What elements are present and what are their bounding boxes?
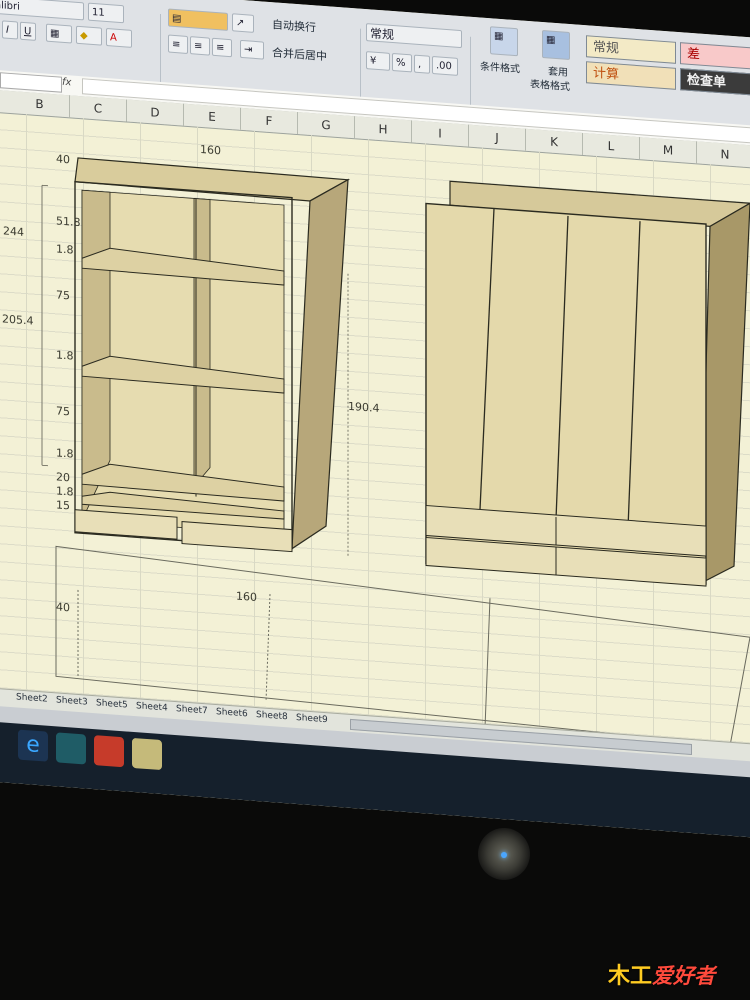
height-dimension: 75 <box>56 288 70 303</box>
thousands-button[interactable]: , <box>414 54 430 74</box>
lower-width-dimension: 160 <box>236 589 257 605</box>
style-check[interactable]: 检查单 <box>680 68 750 97</box>
name-box[interactable] <box>0 72 62 93</box>
sheet-tab[interactable]: Sheet7 <box>176 704 208 716</box>
watermark-logo: 木工 <box>608 964 653 989</box>
app-icon[interactable] <box>94 735 124 768</box>
style-calc[interactable]: 计算 <box>586 61 676 90</box>
sheet-tab[interactable]: Sheet6 <box>216 707 248 719</box>
align-top-icon[interactable]: ▤ <box>168 8 228 31</box>
orientation-icon[interactable]: ↗ <box>232 13 254 33</box>
lower-height-dimension: 40 <box>56 600 70 615</box>
height-dimension: 1.8 <box>56 446 74 461</box>
closed-wardrobe-drawing <box>425 180 750 587</box>
decimal-icon[interactable]: .00 <box>432 55 458 76</box>
excel-icon[interactable] <box>132 737 162 771</box>
sheet-tab[interactable]: Sheet9 <box>296 713 328 725</box>
font-color-icon[interactable]: A <box>106 27 132 48</box>
height-dimension: 51.8 <box>56 214 81 230</box>
wrap-text-button[interactable]: 自动换行 <box>272 16 316 35</box>
browser-icon[interactable] <box>56 732 86 765</box>
merge-center-button[interactable]: 合并后居中 <box>272 44 327 64</box>
font-size-box[interactable]: 11 <box>88 2 124 24</box>
table-format-icon[interactable]: ▦ <box>542 30 570 61</box>
side-height-dimension: 190.4 <box>348 399 380 416</box>
font-name-box[interactable]: Calibri <box>0 0 84 21</box>
number-format-select[interactable]: 常规 <box>366 23 462 49</box>
conditional-format-icon[interactable]: ▦ <box>490 26 518 57</box>
apply-table-label-2[interactable]: 表格格式 <box>530 75 570 93</box>
currency-icon[interactable]: ¥ <box>366 51 390 71</box>
open-cabinet-drawing <box>41 157 351 558</box>
italic-button[interactable]: I <box>2 20 18 40</box>
fx-icon[interactable]: fx <box>62 77 71 89</box>
watermark-text: 爱好者 <box>652 964 715 988</box>
sheet-tab[interactable]: Sheet3 <box>56 695 88 707</box>
height-dimension: 40 <box>56 152 70 167</box>
cell-grid[interactable]: 160 40 244 51.8 1.8 75 205.4 1.8 75 1.8 … <box>0 110 750 764</box>
wardrobe-drawing[interactable] <box>0 110 750 764</box>
sheet-tab[interactable]: Sheet8 <box>256 710 288 722</box>
align-left-icon[interactable]: ≡ <box>168 34 188 55</box>
ie-icon[interactable]: e <box>18 729 48 762</box>
style-normal[interactable]: 常规 <box>586 35 676 64</box>
height-dimension: 20 <box>56 470 70 485</box>
height-dimension: 15 <box>56 498 70 513</box>
style-bad[interactable]: 差 <box>680 42 750 71</box>
indent-icon[interactable]: ⇥ <box>240 39 264 60</box>
photo-stage: Calibri 11 B I U ▦ ◆ A 字体 ▤ ↗ 自动换行 ≡ ≡ ≡… <box>0 0 750 1000</box>
excel-window: Calibri 11 B I U ▦ ◆ A 字体 ▤ ↗ 自动换行 ≡ ≡ ≡… <box>0 0 750 839</box>
height-dimension: 1.8 <box>56 484 74 499</box>
sheet-tab[interactable]: Sheet2 <box>16 692 48 704</box>
power-led-icon <box>501 852 507 858</box>
height-dimension: 75 <box>56 404 70 419</box>
sheet-tab[interactable]: Sheet4 <box>136 701 168 713</box>
sheet-tab[interactable]: Sheet5 <box>96 698 128 710</box>
height-dimension: 205.4 <box>2 312 34 328</box>
align-center-icon[interactable]: ≡ <box>190 36 210 56</box>
conditional-format-button[interactable]: 条件格式 <box>480 57 520 75</box>
border-icon[interactable]: ▦ <box>46 23 72 44</box>
fill-color-icon[interactable]: ◆ <box>76 25 102 46</box>
width-dimension: 160 <box>200 142 221 158</box>
height-dimension: 1.8 <box>56 242 74 257</box>
underline-button[interactable]: U <box>20 21 36 41</box>
percent-button[interactable]: % <box>392 52 412 73</box>
align-right-icon[interactable]: ≡ <box>212 37 232 58</box>
height-dimension: 1.8 <box>56 348 74 363</box>
height-dimension: 244 <box>3 224 24 239</box>
